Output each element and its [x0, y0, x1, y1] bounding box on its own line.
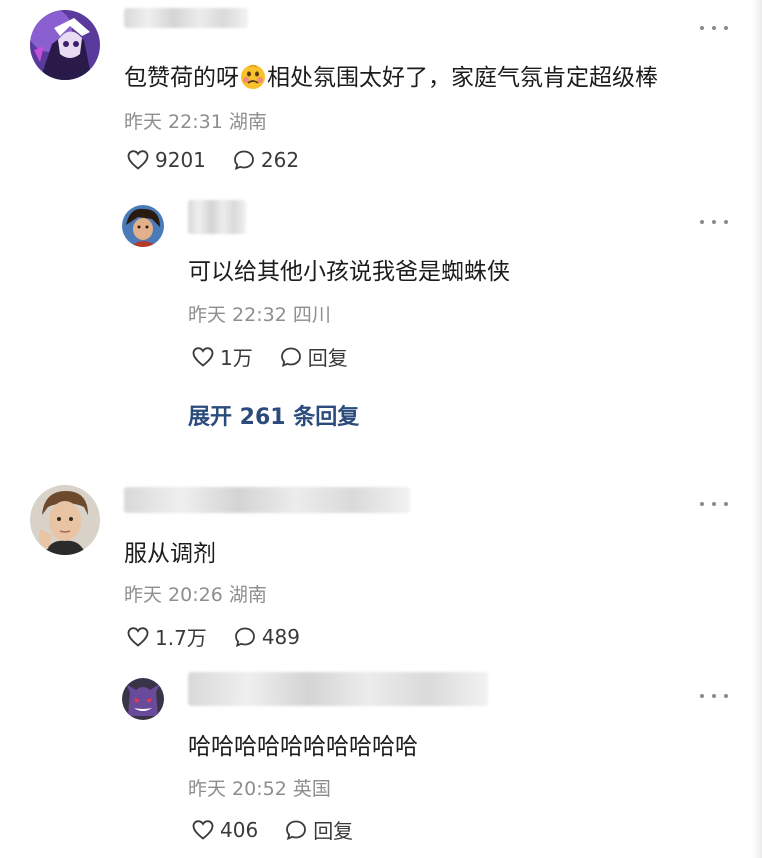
- reply-button[interactable]: 回复: [279, 342, 348, 371]
- heart-outline-icon: [127, 150, 149, 170]
- speech-bubble-icon: [280, 347, 301, 367]
- reply-avatar[interactable]: [122, 205, 164, 247]
- comment-actions: 1.7万 489: [126, 622, 326, 651]
- reply-button[interactable]: 回复: [284, 815, 353, 844]
- reply-username-blurred[interactable]: [188, 200, 246, 234]
- username-blurred[interactable]: [124, 487, 410, 513]
- heart-outline-icon: [192, 346, 214, 367]
- heart-outline-icon: [127, 626, 149, 647]
- like-button[interactable]: 1万: [191, 342, 253, 371]
- heart-outline-icon: [192, 819, 214, 840]
- reply-text: 哈哈哈哈哈哈哈哈哈哈: [188, 734, 418, 760]
- comment-actions: 9201 262: [126, 148, 325, 172]
- reply-count: 262: [260, 148, 300, 172]
- speech-bubble-icon: [234, 627, 255, 647]
- more-options-icon[interactable]: [700, 686, 728, 706]
- username-blurred[interactable]: [124, 8, 248, 28]
- reply-label: 回复: [313, 819, 354, 843]
- like-count: 406: [220, 817, 259, 842]
- reply-count-button[interactable]: 489: [233, 625, 300, 649]
- woozy-face-emoji: [241, 64, 265, 89]
- reply-actions: 406 回复: [191, 815, 379, 844]
- speech-bubble-icon: [286, 820, 307, 840]
- reply-label: 回复: [307, 346, 348, 370]
- comment-meta: 昨天 20:26 湖南: [124, 584, 267, 606]
- like-button[interactable]: 9201: [126, 148, 206, 172]
- speech-bubble-icon: [234, 150, 254, 171]
- scrollbar-edge: [752, 0, 762, 858]
- reply-count: 489: [261, 624, 300, 649]
- more-options-icon[interactable]: [700, 494, 728, 514]
- comment-text: 包赞荷的呀 相处氛围太好了，家庭气氛肯定超级棒: [124, 64, 658, 91]
- reply-count-button[interactable]: 262: [232, 148, 299, 172]
- reply-text: 可以给其他小孩说我爸是蜘蛛侠: [188, 259, 510, 285]
- more-options-icon[interactable]: [700, 18, 728, 38]
- reply-avatar[interactable]: [122, 678, 164, 720]
- like-button[interactable]: 1.7万: [126, 622, 207, 651]
- comment-meta: 昨天 22:31 湖南: [124, 111, 267, 133]
- avatar[interactable]: [30, 485, 100, 555]
- like-count: 9201: [155, 148, 206, 172]
- reply-meta: 昨天 22:32 四川: [188, 304, 331, 326]
- like-count: 1.7万: [155, 626, 207, 650]
- more-options-icon[interactable]: [700, 212, 728, 232]
- reply-username-blurred[interactable]: [188, 672, 488, 706]
- reply-meta: 昨天 20:52 英国: [188, 778, 331, 800]
- reply-actions: 1万 回复: [191, 342, 374, 371]
- like-count: 1万: [220, 346, 253, 370]
- comment-text: 服从调剂: [124, 541, 216, 567]
- expand-replies-link[interactable]: 展开 261 条回复: [188, 399, 359, 431]
- avatar[interactable]: [30, 10, 100, 80]
- like-button[interactable]: 406: [191, 818, 258, 842]
